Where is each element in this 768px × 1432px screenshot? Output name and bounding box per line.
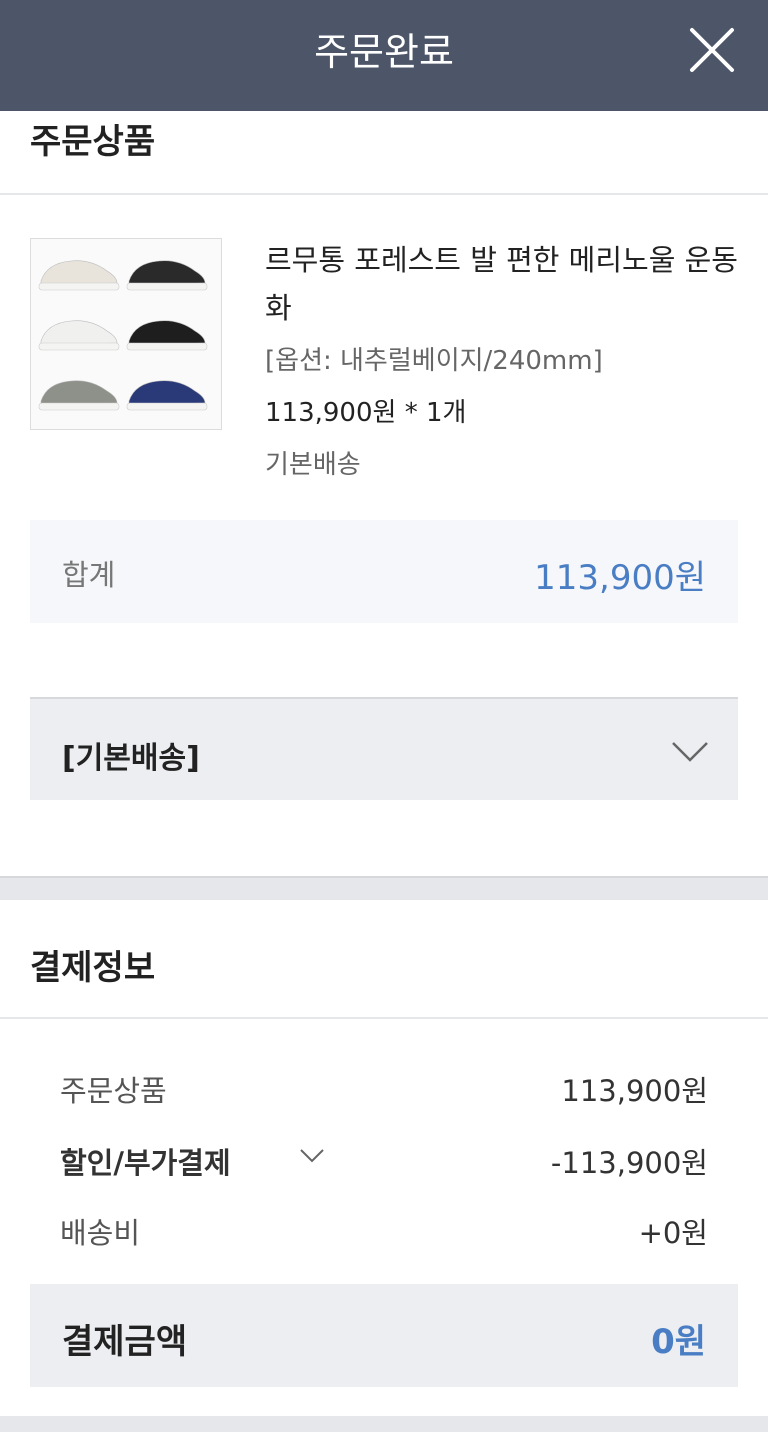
subtotal-box: 합계 113,900원 [30,520,738,623]
chevron-down-icon[interactable] [298,1146,326,1166]
shoe-image [38,260,120,291]
subtotal-label: 합계 [62,558,116,592]
payment-row-value: -113,900원 [550,1146,708,1180]
shoe-image [126,320,208,351]
product-name[interactable]: 르무통 포레스트 발 편한 메리노울 운동화 [265,236,740,332]
payment-total-value: 0원 [651,1322,706,1362]
chevron-down-icon [672,742,708,762]
page-title: 주문완료 [314,30,454,74]
product-thumbnail[interactable] [30,238,222,430]
payment-total-box: 결제금액 0원 [30,1284,738,1387]
shoe-image [38,380,120,411]
divider [0,1017,768,1019]
payment-row-label: 배송비 [60,1216,141,1250]
order-items-title: 주문상품 [30,122,156,162]
section-separator [0,876,768,900]
section-separator [0,1416,768,1432]
payment-row-value: 113,900원 [561,1074,708,1108]
close-icon [690,28,734,72]
product-shipping-type: 기본배송 [265,450,361,480]
shoe-image [126,380,208,411]
payment-row-label: 주문상품 [60,1074,167,1108]
payment-total-label: 결제금액 [62,1322,188,1362]
top-bar: 주문완료 [0,0,768,111]
payment-title: 결제정보 [30,948,156,988]
delivery-group-toggle[interactable]: [기본배송] [30,697,738,800]
discount-toggle[interactable]: 할인/부가결제 [60,1140,231,1182]
payment-row-value: +0원 [638,1216,708,1250]
shoe-image [38,320,120,351]
delivery-group-label: [기본배송] [62,741,200,776]
close-button[interactable] [682,22,742,82]
product-option: [옵션: 내추럴베이지/240mm] [265,346,603,376]
subtotal-value: 113,900원 [534,558,706,598]
product-price-quantity: 113,900원 * 1개 [265,398,467,428]
divider [0,193,768,195]
shoe-image [126,260,208,291]
